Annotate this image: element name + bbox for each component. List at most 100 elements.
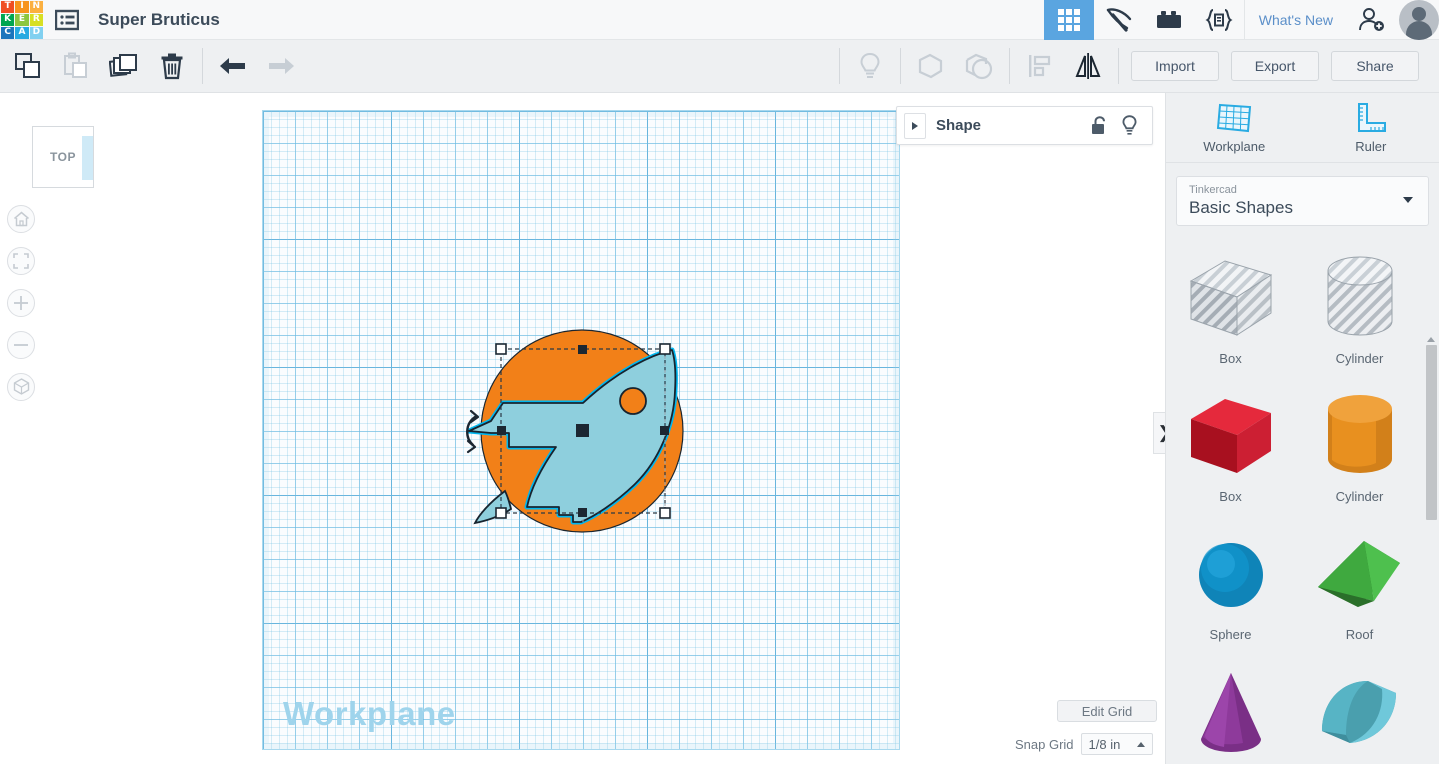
copy-button[interactable] [4,40,52,93]
logo-tile-k: K [1,13,15,26]
shape-thumb [1312,527,1408,623]
round-roof-icon [1321,681,1396,743]
zoom-in-button[interactable] [7,289,35,317]
toolbar-divider [1009,48,1010,84]
snap-grid-select[interactable]: 1/8 in [1080,733,1153,755]
whats-new-link[interactable]: What's New [1243,0,1347,40]
sidebar-scrollbar[interactable] [1424,233,1439,764]
fit-view-button[interactable] [7,247,35,275]
shape-thumb [1320,389,1400,485]
view-mode-button[interactable] [7,373,35,401]
shape-library-list[interactable]: Box Cylinder Box Cylinder Sphere Roof [1166,233,1424,764]
shape-item-label: Sphere [1209,627,1252,642]
copy-icon [15,53,40,78]
ruler-icon [1357,103,1386,132]
toolbar-divider [1118,48,1119,84]
resize-handle-edge[interactable] [578,345,587,354]
mirror-button[interactable] [1064,40,1112,93]
library-provider-label: Tinkercad [1189,184,1237,196]
shape-panel-icons [1091,115,1152,136]
cylinder-icon [1327,395,1392,473]
shape-item-box[interactable]: Box [1166,379,1295,517]
resize-handle-corner[interactable] [659,343,671,355]
lightbulb-icon[interactable] [1121,115,1138,136]
shape-thumb [1183,389,1279,485]
cone-icon [1200,673,1261,752]
shape-item-round-roof[interactable]: Round Roof [1295,655,1424,764]
roof-icon [1317,541,1400,607]
resize-handle-corner[interactable] [495,507,507,519]
redo-button[interactable] [257,40,305,93]
codeblocks-icon [1205,8,1233,31]
move-handle-center[interactable] [576,424,589,437]
trash-icon [161,53,183,80]
shape-item-roof[interactable]: Roof [1295,517,1424,655]
resize-handle-corner[interactable] [659,507,671,519]
tab-circuits[interactable] [1094,0,1144,40]
snap-grid-value: 1/8 in [1088,736,1121,752]
resize-handle-edge[interactable] [497,426,506,435]
undo-arrow-icon [220,58,245,74]
tab-codeblocks[interactable] [1194,0,1244,40]
ungroup-button[interactable] [955,40,1003,93]
logo-tile-n: N [29,0,43,13]
invite-people-button[interactable] [1347,0,1397,40]
plus-icon [14,296,28,310]
shape-thumb [1191,527,1271,623]
logo-tile-e: E [15,13,29,26]
shape-item-cylinder[interactable]: Cylinder [1295,379,1424,517]
tab-3d-design[interactable] [1043,0,1094,40]
shape-properties-panel: Shape [896,106,1153,145]
triangle-up-icon [1136,741,1145,747]
sidebar-tool-workplane[interactable]: Workplane [1166,93,1303,162]
toolbar-divider [202,48,203,84]
unlocked-padlock-icon[interactable] [1091,115,1109,136]
export-button[interactable]: Export [1231,51,1319,81]
sidebar-tool-label: Ruler [1355,139,1387,154]
resize-handle-corner[interactable] [495,343,507,355]
resize-handle-edge[interactable] [578,508,587,517]
align-button[interactable] [1016,40,1064,93]
sidebar-tool-ruler[interactable]: Ruler [1303,93,1439,162]
logo-tile-t: T [1,0,15,13]
paste-button[interactable] [52,40,100,93]
pickaxe-icon [1106,7,1131,32]
align-icon [1029,55,1051,77]
hide-button[interactable] [846,40,894,93]
duplicate-button[interactable] [100,40,148,93]
resize-handle-edge[interactable] [660,426,669,435]
shape-panel-expand-button[interactable] [904,112,926,139]
edit-grid-button[interactable]: Edit Grid [1057,700,1157,722]
group-button[interactable] [907,40,955,93]
main-menu-button[interactable] [44,0,90,40]
toolbar-divider [839,48,840,84]
tab-blocks[interactable] [1144,0,1194,40]
zoom-out-button[interactable] [7,331,35,359]
home-view-button[interactable] [7,205,35,233]
shape-item-label: Roof [1345,627,1374,642]
scroll-up-arrow-icon[interactable] [1427,337,1435,342]
avatar[interactable] [1399,0,1439,40]
import-button[interactable]: Import [1131,51,1219,81]
delete-button[interactable] [148,40,196,93]
view-cube[interactable]: TOP [32,126,94,188]
shape-library-dropdown[interactable]: Tinkercad Basic Shapes [1176,176,1429,226]
workplane-grid[interactable]: Workplane [262,110,900,750]
scene-3d-viewport[interactable] [263,111,901,751]
shape-item-cylinder-hole[interactable]: Cylinder [1295,241,1424,379]
shape-item-box-hole[interactable]: Box [1166,241,1295,379]
avatar-head [1412,6,1426,21]
logo-tile-i: I [15,0,29,13]
shape-item-sphere[interactable]: Sphere [1166,517,1295,655]
redo-arrow-icon [269,58,294,74]
scrollbar-thumb[interactable] [1426,345,1437,520]
ungroup-shapes-icon [965,53,993,80]
undo-button[interactable] [209,40,257,93]
shape-item-cone[interactable]: Cone [1166,655,1295,764]
group-shapes-icon [918,53,943,79]
box-hole-icon [1189,260,1272,336]
document-title[interactable]: Super Bruticus [98,10,220,30]
tinkercad-logo[interactable]: TIN KER CAD [0,0,44,40]
shape-thumb [1312,665,1408,761]
share-button[interactable]: Share [1331,51,1419,81]
